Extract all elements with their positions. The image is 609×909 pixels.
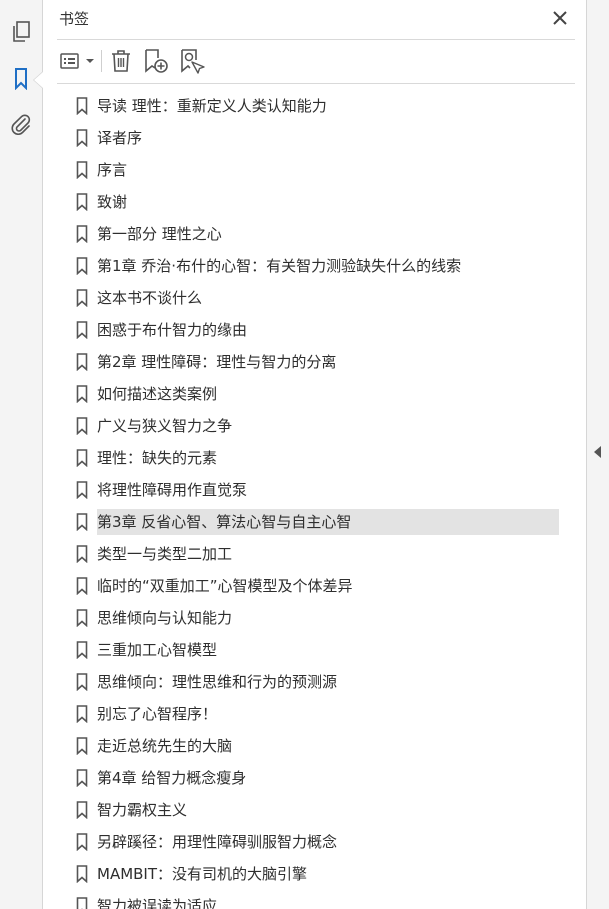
active-indicator-fill <box>34 72 43 88</box>
bookmark-item[interactable]: 导读 理性：重新定义人类认知能力 <box>57 93 565 119</box>
bookmark-label: MAMBIT：没有司机的大脑引擎 <box>97 865 308 883</box>
delete-bookmark-icon[interactable] <box>108 46 134 76</box>
bookmark-label: 思维倾向与认知能力 <box>97 609 233 627</box>
bookmark-item[interactable]: 另辟蹊径：用理性障碍驯服智力概念 <box>57 829 565 855</box>
options-menu-icon <box>60 53 94 69</box>
bookmark-label: 导读 理性：重新定义人类认知能力 <box>97 97 327 115</box>
bookmark-item[interactable]: MAMBIT：没有司机的大脑引擎 <box>57 861 565 887</box>
bookmark-label: 思维倾向：理性思维和行为的预测源 <box>97 673 338 691</box>
bookmark-item[interactable]: 致谢 <box>57 189 565 215</box>
bookmark-icon <box>76 897 88 909</box>
bookmark-label: 这本书不谈什么 <box>97 289 203 307</box>
bookmark-icon <box>76 513 88 531</box>
bookmark-item[interactable]: 智力霸权主义 <box>57 797 565 823</box>
bookmark-icon <box>76 385 88 403</box>
title-divider <box>57 39 575 40</box>
bookmark-item[interactable]: 将理性障碍用作直觉泵 <box>57 477 565 503</box>
bookmark-icon <box>76 321 88 339</box>
bookmark-item[interactable]: 临时的“双重加工”心智模型及个体差异 <box>57 573 565 599</box>
bookmark-item[interactable]: 三重加工心智模型 <box>57 637 565 663</box>
bookmark-icon <box>76 705 88 723</box>
bookmark-icon <box>76 193 88 211</box>
bookmark-icon <box>76 481 88 499</box>
bookmark-icon <box>76 737 88 755</box>
bookmark-icon <box>76 769 88 787</box>
bookmark-label: 类型一与类型二加工 <box>97 545 233 563</box>
bookmark-item[interactable]: 理性：缺失的元素 <box>57 445 565 471</box>
bookmark-item[interactable]: 走近总统先生的大脑 <box>57 733 565 759</box>
bookmark-item[interactable]: 智力被误读为适应 <box>57 893 565 909</box>
bookmark-label: 如何描述这类案例 <box>97 385 218 403</box>
bookmark-label: 广义与狭义智力之争 <box>97 417 233 435</box>
bookmark-label: 智力被误读为适应 <box>97 897 218 909</box>
collapse-arrow-icon[interactable] <box>594 446 601 458</box>
bookmark-icon <box>76 609 88 627</box>
options-menu-button[interactable] <box>59 46 97 76</box>
bookmark-label: 理性：缺失的元素 <box>97 449 218 467</box>
bookmark-label: 第2章 理性障碍：理性与智力的分离 <box>97 353 337 371</box>
panel-title: 书签 <box>59 10 90 28</box>
bookmark-icon <box>76 417 88 435</box>
bookmark-icon <box>76 449 88 467</box>
bookmark-icon <box>76 577 88 595</box>
close-icon[interactable] <box>551 9 569 27</box>
toolbar-separator <box>101 50 102 72</box>
bookmark-icon <box>76 673 88 691</box>
new-bookmark-icon[interactable] <box>141 46 171 76</box>
bookmark-item[interactable]: 这本书不谈什么 <box>57 285 565 311</box>
bookmark-icon <box>76 289 88 307</box>
bookmarks-toolbar <box>57 46 575 76</box>
pages-icon[interactable] <box>6 17 36 47</box>
bookmark-item[interactable]: 第一部分 理性之心 <box>57 221 565 247</box>
bookmark-icon <box>76 353 88 371</box>
bookmark-item[interactable]: 第2章 理性障碍：理性与智力的分离 <box>57 349 565 375</box>
bookmark-label: 序言 <box>97 161 128 179</box>
bookmark-label: 第3章 反省心智、算法心智与自主心智 <box>97 509 559 535</box>
bookmark-list: 导读 理性：重新定义人类认知能力 译者序序言致谢第一部分 理性之心第1章 乔治·布… <box>57 91 565 909</box>
bookmark-icon <box>76 129 88 147</box>
attachments-icon[interactable] <box>6 109 36 139</box>
bookmarks-panel: 书签 导读 理性：重新定义人类认知能力 译者序 序言 致谢 第一部分 理性之心 … <box>43 0 609 909</box>
bookmark-icon <box>76 865 88 883</box>
bookmark-label: 三重加工心智模型 <box>97 641 218 659</box>
bookmark-item[interactable]: 类型一与类型二加工 <box>57 541 565 567</box>
bookmark-item[interactable]: 思维倾向：理性思维和行为的预测源 <box>57 669 565 695</box>
bookmarks-icon[interactable] <box>6 64 36 94</box>
panel-splitter[interactable] <box>586 0 609 909</box>
bookmark-label: 困惑于布什智力的缘由 <box>97 321 248 339</box>
bookmark-icon <box>76 257 88 275</box>
bookmark-item[interactable]: 如何描述这类案例 <box>57 381 565 407</box>
bookmark-item[interactable]: 第1章 乔治·布什的心智：有关智力测验缺失什么的线索 <box>57 253 565 279</box>
toolbar-divider <box>57 83 575 84</box>
bookmark-item[interactable]: 序言 <box>57 157 565 183</box>
bookmark-icon <box>76 801 88 819</box>
bookmark-label: 临时的“双重加工”心智模型及个体差异 <box>97 577 353 595</box>
bookmark-icon <box>76 545 88 563</box>
find-current-bookmark-icon[interactable] <box>177 46 207 76</box>
bookmark-label: 将理性障碍用作直觉泵 <box>97 481 248 499</box>
bookmark-label: 第一部分 理性之心 <box>97 225 222 243</box>
bookmark-label: 第4章 给智力概念瘦身 <box>97 769 247 787</box>
bookmark-item[interactable]: 别忘了心智程序！ <box>57 701 565 727</box>
bookmark-label: 译者序 <box>97 129 143 147</box>
bookmark-icon <box>76 97 88 115</box>
bookmark-icon <box>76 161 88 179</box>
bookmark-label: 走近总统先生的大脑 <box>97 737 233 755</box>
bookmark-item[interactable]: 思维倾向与认知能力 <box>57 605 565 631</box>
bookmark-item[interactable]: 译者序 <box>57 125 565 151</box>
bookmark-label: 智力霸权主义 <box>97 801 188 819</box>
bookmark-item[interactable]: 广义与狭义智力之争 <box>57 413 565 439</box>
bookmark-label: 另辟蹊径：用理性障碍驯服智力概念 <box>97 833 338 851</box>
bookmark-item[interactable]: 困惑于布什智力的缘由 <box>57 317 565 343</box>
bookmark-item[interactable]: 第3章 反省心智、算法心智与自主心智 <box>57 509 565 535</box>
bookmark-label: 第1章 乔治·布什的心智：有关智力测验缺失什么的线索 <box>97 257 462 275</box>
bookmark-icon <box>76 225 88 243</box>
bookmark-label: 致谢 <box>97 193 128 211</box>
bookmark-icon <box>76 833 88 851</box>
bookmark-icon <box>76 641 88 659</box>
bookmark-item[interactable]: 第4章 给智力概念瘦身 <box>57 765 565 791</box>
bookmark-label: 别忘了心智程序！ <box>97 705 218 723</box>
navigation-rail <box>0 0 43 909</box>
